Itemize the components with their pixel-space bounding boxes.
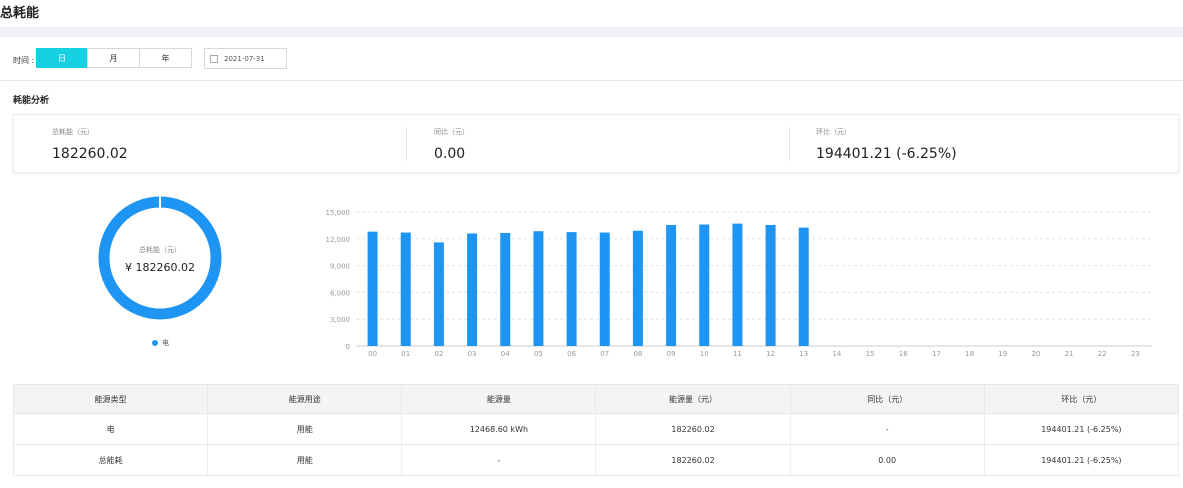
x-tick-label: 16 <box>899 350 908 358</box>
table-header: 环比（元） <box>983 384 1180 414</box>
stat-label: 同比（元） <box>434 128 469 136</box>
donut-slice[interactable] <box>98 196 222 320</box>
table-header: 同比（元） <box>789 384 985 414</box>
divider <box>0 80 1183 81</box>
x-tick-label: 18 <box>965 350 974 358</box>
bar[interactable] <box>666 224 677 346</box>
table-cell: 194401.21 (-6.25%) <box>984 413 1180 445</box>
table-cell: 194401.21 (-6.25%) <box>984 444 1180 476</box>
x-tick-label: 05 <box>534 350 543 358</box>
y-tick-label: 0 <box>346 343 350 351</box>
stat-divider <box>406 127 407 161</box>
bar[interactable] <box>433 242 444 346</box>
x-tick-label: 01 <box>401 350 410 358</box>
calendar-icon <box>210 54 218 63</box>
x-tick-label: 09 <box>667 350 676 358</box>
donut-legend[interactable]: 电 <box>152 338 169 348</box>
stat-value: 182260.02 <box>52 146 128 162</box>
x-tick-label: 19 <box>998 350 1007 358</box>
table-cell: 0.00 <box>790 444 985 476</box>
x-tick-label: 04 <box>501 350 510 358</box>
bar[interactable] <box>632 230 643 346</box>
x-tick-label: 22 <box>1098 350 1107 358</box>
x-tick-label: 23 <box>1131 350 1140 358</box>
bar[interactable] <box>732 223 743 346</box>
y-tick-label: 12,000 <box>326 236 351 244</box>
header-band <box>0 27 1183 37</box>
x-tick-label: 00 <box>368 350 377 358</box>
y-tick-label: 3,000 <box>330 316 350 324</box>
x-tick-label: 03 <box>468 350 477 358</box>
bar-chart: 0 3,000 6,000 9,000 12,000 15,000 00 01 02 03 04 05… <box>326 209 1152 358</box>
x-tick-label: 10 <box>700 350 709 358</box>
donut-label: 总耗能（元） <box>139 246 181 254</box>
x-tick-label: 02 <box>434 350 443 358</box>
x-tick-label: 21 <box>1065 350 1074 358</box>
section-title: 耗能分析 <box>13 96 50 106</box>
table-cell: 12468.60 kWh <box>401 413 597 445</box>
table-header-row: 能源类型 能源用途 能源量 能源量（元） 同比（元） 环比（元） <box>12 384 1180 414</box>
x-tick-label: 20 <box>1031 350 1040 358</box>
table-header: 能源用途 <box>207 384 403 414</box>
donut-chart <box>96 194 224 326</box>
date-value: 2021-07-31 <box>224 54 265 63</box>
bar[interactable] <box>533 231 544 346</box>
tab-month[interactable]: 月 <box>87 48 140 68</box>
summary-card: 总耗能（元） 182260.02 同比（元） 0.00 环比（元） 194401… <box>13 114 1179 173</box>
table-header: 能源量 <box>401 384 597 414</box>
x-tick-label: 17 <box>932 350 941 358</box>
tab-year[interactable]: 年 <box>139 48 192 68</box>
table-cell: 182260.02 <box>595 444 791 476</box>
table-cell: 总能耗 <box>12 444 209 476</box>
stat-label: 总耗能（元） <box>52 128 94 136</box>
bar[interactable] <box>599 232 610 346</box>
x-tick-label: 07 <box>600 350 609 358</box>
stat-value: 0.00 <box>434 146 466 162</box>
tab-day[interactable]: 日 <box>36 48 88 68</box>
table-cell: - <box>401 444 597 476</box>
y-tick-label: 15,000 <box>326 209 351 217</box>
legend-label: 电 <box>162 339 169 347</box>
table-row: 总能耗 用能 - 182260.02 0.00 194401.21 (-6.25… <box>12 444 1180 476</box>
stat-value: 194401.21 (-6.25%) <box>816 146 957 162</box>
donut-value: ¥ 182260.02 <box>125 261 195 274</box>
table-row: 电 用能 12468.60 kWh 182260.02 - 194401.21 … <box>12 413 1180 445</box>
bar[interactable] <box>566 232 577 346</box>
energy-table: 能源类型 能源用途 能源量 能源量（元） 同比（元） 环比（元） 电 用能 12… <box>12 384 1180 476</box>
bar[interactable] <box>467 233 478 346</box>
bar[interactable] <box>500 232 511 346</box>
table-header: 能源类型 <box>12 384 209 414</box>
bar[interactable] <box>798 227 809 346</box>
x-tick-label: 12 <box>766 350 775 358</box>
legend-dot-icon <box>152 340 158 346</box>
table-cell: 用能 <box>207 413 403 445</box>
table-cell: - <box>790 413 985 445</box>
y-tick-label: 9,000 <box>330 263 350 271</box>
bar[interactable] <box>400 232 411 346</box>
x-tick-label: 13 <box>799 350 808 358</box>
date-picker[interactable]: 2021-07-31 <box>204 48 287 69</box>
x-tick-label: 06 <box>567 350 576 358</box>
time-label: 时间 : <box>13 56 35 65</box>
table-cell: 电 <box>12 413 209 445</box>
stat-label: 环比（元） <box>816 128 851 136</box>
x-tick-label: 11 <box>733 350 742 358</box>
page-title: 总耗能 <box>0 6 40 21</box>
stat-divider <box>789 127 790 161</box>
x-tick-label: 08 <box>633 350 642 358</box>
table-cell: 182260.02 <box>595 413 791 445</box>
bar[interactable] <box>367 231 378 346</box>
x-tick-label: 15 <box>866 350 875 358</box>
y-tick-label: 6,000 <box>330 289 350 297</box>
x-tick-label: 14 <box>832 350 841 358</box>
bar[interactable] <box>699 224 710 346</box>
table-cell: 用能 <box>207 444 403 476</box>
bar[interactable] <box>765 224 776 346</box>
table-header: 能源量（元） <box>595 384 791 414</box>
